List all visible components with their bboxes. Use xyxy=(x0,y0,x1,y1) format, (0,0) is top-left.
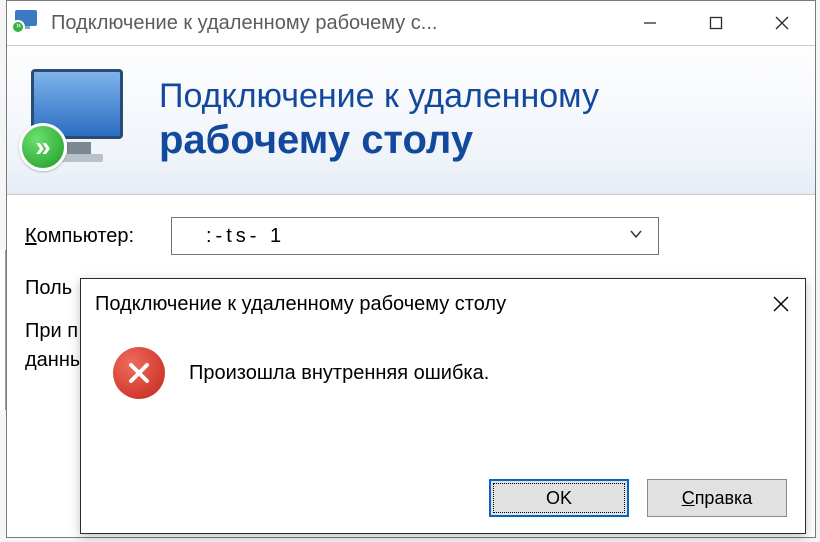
maximize-button[interactable] xyxy=(683,1,749,45)
error-icon xyxy=(113,347,165,399)
dialog-title-text: Подключение к удаленному рабочему столу xyxy=(95,293,506,316)
computer-combobox[interactable]: :-ts- 1 xyxy=(171,217,659,255)
banner-line1: Подключение к удаленному xyxy=(159,77,599,116)
titlebar[interactable]: Подключение к удаленному рабочему с... xyxy=(7,1,815,45)
ok-button[interactable]: OK xyxy=(489,479,629,517)
app-icon xyxy=(15,10,41,36)
minimize-button[interactable] xyxy=(617,1,683,45)
chevron-down-icon[interactable] xyxy=(628,226,644,247)
window-title: Подключение к удаленному рабочему с... xyxy=(51,12,617,35)
error-dialog: Подключение к удаленному рабочему столу … xyxy=(80,278,806,534)
close-button[interactable] xyxy=(749,1,815,45)
computer-row: Компьютер: :-ts- 1 xyxy=(25,217,797,255)
dialog-buttons: OK Справка xyxy=(489,479,787,517)
rdp-badge-icon: » xyxy=(19,123,67,171)
dialog-close-button[interactable] xyxy=(757,279,805,329)
dialog-titlebar[interactable]: Подключение к удаленному рабочему столу xyxy=(81,279,805,329)
banner-text: Подключение к удаленному рабочему столу xyxy=(159,77,599,162)
computer-label: Компьютер: xyxy=(25,225,153,248)
dialog-body: Произошла внутренняя ошибка. xyxy=(81,329,805,425)
dialog-message: Произошла внутренняя ошибка. xyxy=(189,362,489,385)
banner-line2: рабочему столу xyxy=(159,117,599,163)
rdp-logo-icon: » xyxy=(25,65,135,175)
help-button[interactable]: Справка xyxy=(647,479,787,517)
computer-value: :-ts- 1 xyxy=(206,225,285,248)
window-controls xyxy=(617,1,815,45)
banner: » Подключение к удаленному рабочему стол… xyxy=(7,45,815,195)
